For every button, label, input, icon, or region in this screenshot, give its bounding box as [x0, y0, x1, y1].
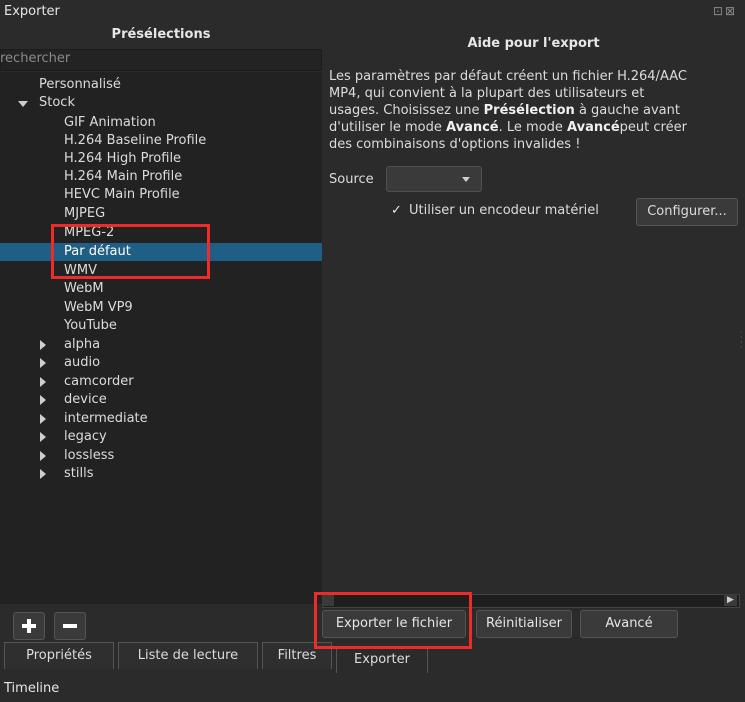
help-text-span: . Le mode: [498, 120, 568, 135]
tree-item-custom[interactable]: Personnalisé: [39, 76, 121, 94]
advanced-button[interactable]: Avancé: [580, 610, 678, 638]
remove-preset-button[interactable]: [54, 612, 86, 640]
help-line: d'utiliser le mode Avancé. Le mode Avanc…: [329, 119, 739, 136]
expand-arrow-right-icon[interactable]: [40, 340, 46, 350]
expand-arrow-right-icon[interactable]: [40, 414, 46, 424]
help-line: Les paramètres par défaut créent un fich…: [329, 69, 687, 84]
expand-arrow-right-icon[interactable]: [40, 395, 46, 405]
tree-item-alpha[interactable]: alpha: [64, 336, 100, 354]
help-title: Aide pour l'export: [467, 36, 600, 51]
help-line: MP4, qui convient à la plupart des utili…: [329, 86, 645, 101]
help-text-span: d'utiliser le mode: [329, 120, 446, 135]
tree-item-lossless[interactable]: lossless: [64, 447, 114, 465]
splitter-handle[interactable]: · · · ·: [740, 329, 743, 352]
tree-item-h264-main[interactable]: H.264 Main Profile: [64, 168, 182, 186]
configure-button[interactable]: Configurer...: [636, 198, 738, 226]
help-text-span: à gauche avant: [574, 103, 680, 118]
plus-icon: [27, 619, 31, 633]
help-bold-preset: Présélection: [483, 103, 575, 118]
tree-item-camcorder[interactable]: camcorder: [64, 373, 134, 391]
expand-arrow-right-icon[interactable]: [40, 451, 46, 461]
highlight-box-default-preset: [51, 224, 210, 279]
tree-item-device[interactable]: device: [64, 391, 107, 409]
scroll-right-arrow-icon[interactable]: ▶: [724, 594, 737, 606]
tree-item-h264-baseline[interactable]: H.264 Baseline Profile: [64, 132, 206, 150]
add-preset-button[interactable]: [13, 612, 45, 640]
presets-tree[interactable]: Personnalisé Stock GIF Animation H.264 B…: [0, 72, 322, 604]
tree-item-intermediate[interactable]: intermediate: [64, 410, 148, 428]
source-label: Source: [329, 172, 374, 187]
help-text: Les paramètres par défaut créent un fich…: [329, 68, 739, 153]
help-text-span: peut créer: [619, 120, 687, 135]
hardware-encoder-checkbox[interactable]: ✓: [391, 203, 402, 218]
help-text-span: usages. Choisissez une: [329, 103, 484, 118]
tree-item-webm-vp9[interactable]: WebM VP9: [64, 299, 133, 317]
help-bold-advanced: Avancé: [567, 120, 620, 135]
help-bold-advanced: Avancé: [446, 120, 499, 135]
tree-item-stills[interactable]: stills: [64, 465, 93, 483]
minus-icon: [63, 624, 77, 628]
expand-arrow-right-icon[interactable]: [40, 432, 46, 442]
timeline-dock-title: Timeline: [4, 681, 60, 696]
hardware-encoder-label[interactable]: Utiliser un encodeur matériel: [409, 203, 599, 218]
title-bar: Exporter ⊡⊠: [0, 0, 745, 24]
highlight-box-export-button: [314, 592, 472, 649]
search-placeholder: rechercher: [0, 51, 71, 66]
tree-item-gif-animation[interactable]: GIF Animation: [64, 114, 156, 132]
tree-item-webm[interactable]: WebM: [64, 280, 104, 298]
tab-export[interactable]: Exporter: [336, 646, 428, 673]
help-line: usages. Choisissez une Présélection à ga…: [329, 102, 739, 119]
tab-playlist[interactable]: Liste de lecture: [118, 642, 258, 669]
window-float-close-icons[interactable]: ⊡⊠: [713, 4, 737, 18]
tree-item-mjpeg[interactable]: MJPEG: [64, 205, 105, 223]
help-line: des combinaisons d'options invalides !: [329, 137, 581, 152]
expand-arrow-right-icon[interactable]: [40, 358, 46, 368]
tree-item-youtube[interactable]: YouTube: [64, 317, 117, 335]
presets-title: Présélections: [111, 27, 211, 42]
tree-item-hevc-main[interactable]: HEVC Main Profile: [64, 186, 180, 204]
tree-item-legacy[interactable]: legacy: [64, 428, 107, 446]
expand-arrow-down-icon[interactable]: [18, 101, 28, 107]
tree-item-audio[interactable]: audio: [64, 354, 100, 372]
tree-item-h264-high[interactable]: H.264 High Profile: [64, 150, 181, 168]
expand-arrow-right-icon[interactable]: [40, 469, 46, 479]
window-title: Exporter: [4, 4, 60, 19]
tree-item-stock[interactable]: Stock: [39, 94, 75, 112]
reset-button[interactable]: Réinitialiser: [476, 610, 572, 638]
tab-properties[interactable]: Propriétés: [4, 642, 114, 669]
chevron-down-icon[interactable]: [462, 177, 470, 182]
expand-arrow-right-icon[interactable]: [40, 377, 46, 387]
